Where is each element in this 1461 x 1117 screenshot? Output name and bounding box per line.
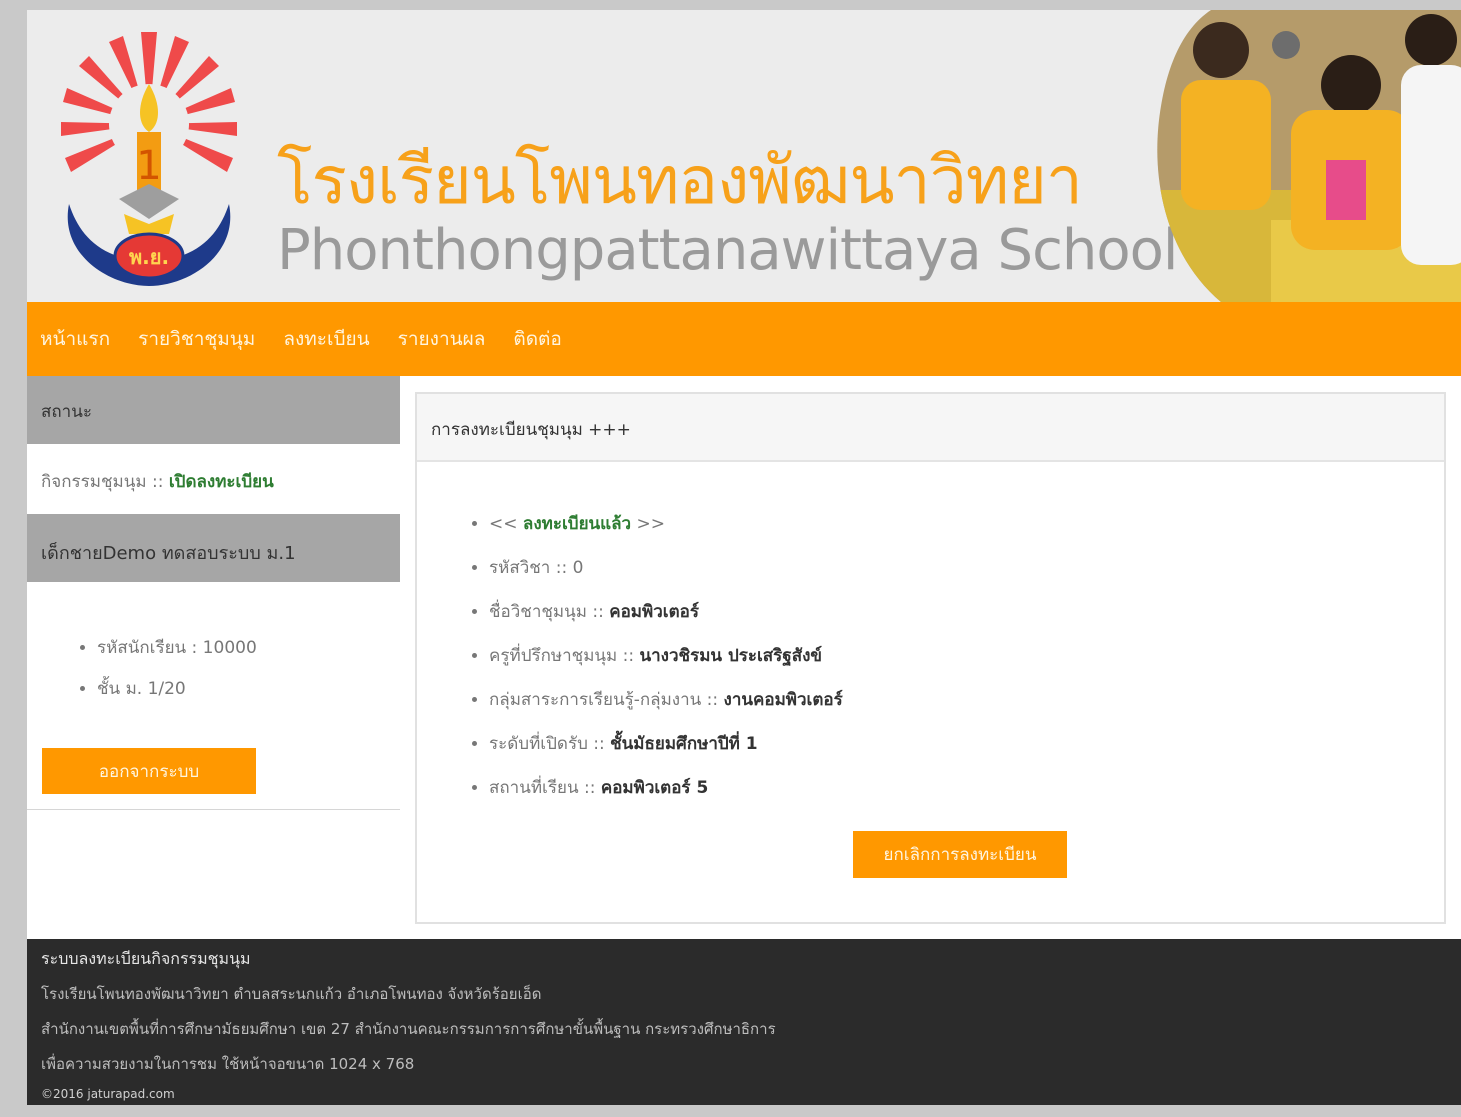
registration-panel: การลงทะเบียนชุมนุม +++ << ลงทะเบียนแล้ว …: [415, 392, 1446, 924]
learning-group-label: กลุ่มสาระการเรียนรู้-กลุ่มงาน ::: [489, 690, 724, 710]
school-logo: 1 พ.ย.: [61, 32, 237, 286]
course-code-value: 0: [572, 558, 584, 578]
registered-label: ลงทะเบียนแล้ว: [522, 514, 632, 534]
activity-status-value: เปิดลงทะเบียน: [168, 472, 274, 492]
cancel-registration-button[interactable]: ยกเลิกการลงทะเบียน: [853, 831, 1067, 878]
student-info-list: รหัสนักเรียน : 10000 ชั้น ม. 1/20: [27, 582, 400, 702]
advisor: ครูที่ปรึกษาชุมนุม :: นางวชิรมน ประเสริฐ…: [489, 642, 1444, 669]
students-photo: [1157, 10, 1461, 302]
footer-screen-note: เพื่อความสวยงามในการชม ใช้หน้าจอขนาด 102…: [41, 1055, 415, 1073]
logout-button[interactable]: ออกจากระบบ: [42, 748, 256, 794]
nav-report[interactable]: รายงานผล: [398, 324, 486, 354]
course-code: รหัสวิชา :: 0: [489, 554, 1444, 581]
sidebar-divider: [27, 809, 400, 810]
grade-level-label: ระดับที่เปิดรับ ::: [489, 734, 611, 754]
panel-title: การลงทะเบียนชุมนุม +++: [417, 394, 1444, 462]
svg-text:1: 1: [136, 143, 161, 189]
nav-register[interactable]: ลงทะเบียน: [283, 324, 369, 354]
student-id: รหัสนักเรียน : 10000: [97, 634, 400, 661]
registered-status: << ลงทะเบียนแล้ว >>: [489, 510, 1444, 537]
course-name-label: ชื่อวิชาชุมนุม ::: [489, 602, 610, 622]
course-name-value: คอมพิวเตอร์: [609, 602, 699, 622]
nav-home[interactable]: หน้าแรก: [40, 324, 110, 354]
advisor-label: ครูที่ปรึกษาชุมนุม ::: [489, 646, 640, 666]
student-class: ชั้น ม. 1/20: [97, 675, 400, 702]
course-name: ชื่อวิชาชุมนุม :: คอมพิวเตอร์: [489, 598, 1444, 625]
page-frame: 1 พ.ย. โรงเรียนโพนทองพัฒนาวิทยา Phonthon…: [27, 10, 1461, 1105]
footer-address: โรงเรียนโพนทองพัฒนาวิทยา ตำบลสระนกแก้ว อ…: [41, 985, 542, 1003]
nav-contact[interactable]: ติดต่อ: [513, 324, 561, 354]
grade-level: ระดับที่เปิดรับ :: ชั้นมัธยมศึกษาปีที่ 1: [489, 730, 1444, 757]
learning-group: กลุ่มสาระการเรียนรู้-กลุ่มงาน :: งานคอมพ…: [489, 686, 1444, 713]
site-footer: ระบบลงทะเบียนกิจกรรมชุมนุม โรงเรียนโพนทอ…: [27, 939, 1461, 1105]
registered-prefix: <<: [489, 514, 523, 534]
svg-text:พ.ย.: พ.ย.: [129, 245, 169, 269]
location: สถานที่เรียน :: คอมพิวเตอร์ 5: [489, 774, 1444, 801]
grade-level-value: ชั้นมัธยมศึกษาปีที่ 1: [610, 734, 758, 754]
registration-details: << ลงทะเบียนแล้ว >> รหัสวิชา :: 0 ชื่อวิ…: [417, 462, 1444, 801]
course-code-label: รหัสวิชา ::: [489, 558, 573, 578]
advisor-value: นางวชิรมน ประเสริฐสังข์: [639, 646, 822, 666]
activity-status: กิจกรรมชุมนุม :: เปิดลงทะเบียน: [27, 444, 400, 514]
school-name-english: Phonthongpattanawittaya School: [277, 218, 1178, 283]
user-name: เด็กชายDemo ทดสอบระบบ ม.1: [27, 514, 400, 582]
footer-copyright[interactable]: ©2016 jaturapad.com: [41, 1087, 1461, 1101]
registered-suffix: >>: [631, 514, 665, 534]
site-header: 1 พ.ย. โรงเรียนโพนทองพัฒนาวิทยา Phonthon…: [27, 10, 1461, 302]
main-nav: หน้าแรก รายวิชาชุมนุม ลงทะเบียน รายงานผล…: [27, 302, 1461, 376]
activity-status-label: กิจกรรมชุมนุม ::: [41, 472, 169, 492]
location-label: สถานที่เรียน ::: [489, 778, 601, 798]
nav-courses[interactable]: รายวิชาชุมนุม: [138, 324, 255, 354]
status-heading: สถานะ: [27, 376, 400, 444]
location-value: คอมพิวเตอร์ 5: [600, 778, 709, 798]
footer-title: ระบบลงทะเบียนกิจกรรมชุมนุม: [41, 949, 251, 968]
learning-group-value: งานคอมพิวเตอร์: [723, 690, 843, 710]
sidebar: สถานะ กิจกรรมชุมนุม :: เปิดลงทะเบียน เด็…: [27, 376, 400, 810]
footer-office: สำนักงานเขตพื้นที่การศึกษามัธยมศึกษา เขต…: [41, 1020, 776, 1038]
